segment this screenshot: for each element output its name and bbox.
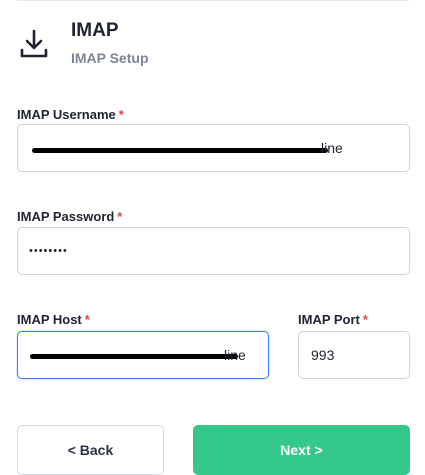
required-mark: * — [84, 312, 90, 327]
next-button[interactable]: Next > — [193, 425, 410, 475]
password-label-text: IMAP Password — [17, 209, 115, 224]
host-label: IMAP Host * — [17, 312, 90, 327]
username-label-text: IMAP Username — [17, 107, 116, 122]
back-button[interactable]: < Back — [17, 425, 164, 475]
host-input[interactable]: line — [17, 331, 269, 379]
port-label-text: IMAP Port — [298, 312, 360, 327]
port-label: IMAP Port * — [298, 312, 368, 327]
required-mark: * — [117, 209, 123, 224]
required-mark: * — [118, 107, 124, 122]
port-input[interactable]: 993 — [298, 331, 410, 379]
top-divider — [17, 0, 409, 1]
page-title: IMAP — [71, 20, 119, 41]
username-visible-suffix: line — [321, 140, 343, 156]
download-icon — [19, 28, 49, 62]
password-masked-value: •••••••• — [29, 245, 68, 257]
port-value: 993 — [311, 347, 335, 363]
next-button-label: Next > — [280, 442, 323, 458]
redaction-mark — [30, 354, 238, 359]
password-input[interactable]: •••••••• — [17, 227, 410, 275]
page-subtitle: IMAP Setup — [71, 50, 149, 66]
username-input[interactable]: line — [17, 124, 410, 172]
redaction-mark — [32, 148, 328, 153]
host-visible-suffix: line — [224, 347, 246, 363]
required-mark: * — [362, 312, 368, 327]
back-button-label: < Back — [67, 442, 114, 458]
host-label-text: IMAP Host — [17, 312, 82, 327]
username-label: IMAP Username * — [17, 107, 124, 122]
password-label: IMAP Password * — [17, 209, 122, 224]
